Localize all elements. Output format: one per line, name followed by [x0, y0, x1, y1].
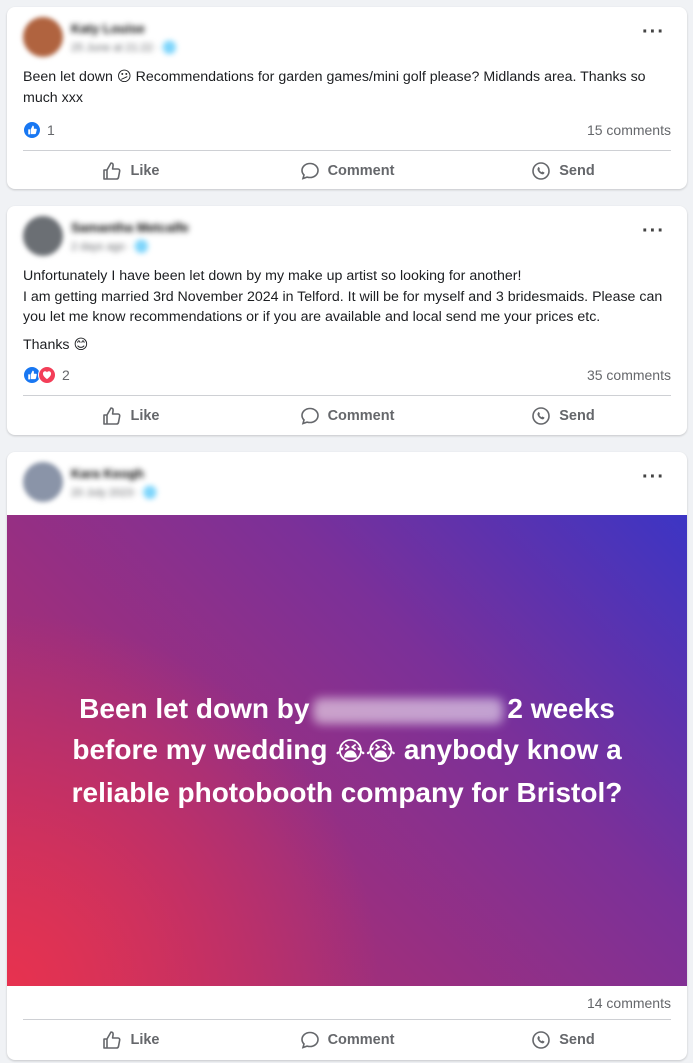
whatsapp-send-icon [532, 407, 551, 425]
more-options-icon[interactable]: ··· [642, 22, 665, 42]
whatsapp-send-icon [532, 1031, 551, 1049]
comment-label: Comment [327, 408, 395, 424]
like-label: Like [130, 1032, 160, 1048]
action-bar: Like Comment Send [7, 1020, 687, 1060]
post-text-line: Unfortunately I have been let down by my… [23, 268, 522, 284]
comments-count[interactable]: 15 comments [587, 122, 671, 138]
banner-text-part: Been let down by [79, 692, 310, 724]
reactions[interactable]: 1 [23, 121, 55, 139]
reaction-count: 1 [47, 122, 55, 138]
like-icon [103, 162, 122, 180]
comment-label: Comment [327, 163, 395, 179]
post-header: Samantha Metcalfe 2 days ago · 🌐 ··· [7, 206, 687, 266]
author-name[interactable]: Kara Keogh [71, 466, 144, 481]
reaction-count: 2 [62, 367, 70, 383]
post-header: Kara Keogh 20 July 2023 · 🌐 ··· [7, 452, 687, 515]
post-meta[interactable]: 20 July 2023 · 🌐 [71, 486, 157, 499]
author-name[interactable]: Katy Louise [71, 21, 145, 36]
avatar[interactable] [23, 17, 63, 57]
action-bar: Like Comment Send [7, 396, 687, 435]
post-meta[interactable]: 25 June at 21:22 · 🌐 [71, 41, 176, 54]
comment-icon [300, 162, 319, 180]
comment-button[interactable]: Comment [239, 1020, 455, 1060]
like-reaction-icon [23, 121, 41, 139]
comment-icon [300, 1031, 319, 1049]
post-card: Kara Keogh 20 July 2023 · 🌐 ··· Been let… [7, 452, 687, 1060]
send-button[interactable]: Send [455, 1020, 671, 1060]
send-button[interactable]: Send [455, 151, 671, 189]
crying-emoji: 😭😭 [335, 736, 397, 767]
like-label: Like [130, 163, 160, 179]
like-button[interactable]: Like [23, 151, 239, 189]
banner-text: Been let down by 2 weeks before my weddin… [47, 688, 647, 813]
post-header: Katy Louise 25 June at 21:22 · 🌐 ··· [7, 7, 687, 67]
comments-count[interactable]: 14 comments [587, 995, 671, 1011]
post-meta[interactable]: 2 days ago · 🌐 [71, 240, 148, 253]
comment-label: Comment [327, 1032, 395, 1048]
post-stats: 1 15 comments [7, 114, 687, 144]
author-name[interactable]: Samantha Metcalfe [71, 220, 189, 235]
text-background-post[interactable]: Been let down by 2 weeks before my weddin… [7, 515, 687, 986]
action-bar: Like Comment Send [7, 151, 687, 189]
like-icon [103, 407, 122, 425]
reactions[interactable]: 2 [23, 366, 70, 384]
avatar[interactable] [23, 462, 63, 502]
comments-count[interactable]: 35 comments [587, 367, 671, 383]
like-button[interactable]: Like [23, 1020, 239, 1060]
like-icon [103, 1031, 122, 1049]
post-text-line: I am getting married 3rd November 2024 i… [23, 288, 663, 326]
redacted-name [313, 697, 504, 724]
post-card: Samantha Metcalfe 2 days ago · 🌐 ··· Unf… [7, 206, 687, 435]
post-text: Unfortunately I have been let down by my… [7, 266, 687, 355]
send-label: Send [559, 408, 595, 424]
post-text-body: Been let down 😕 Recommendations for gard… [23, 69, 646, 106]
send-label: Send [559, 163, 595, 179]
comment-button[interactable]: Comment [239, 151, 455, 189]
more-options-icon[interactable]: ··· [642, 467, 665, 487]
more-options-icon[interactable]: ··· [642, 221, 665, 241]
post-stats: 14 comments [7, 987, 687, 1017]
love-reaction-icon [38, 366, 56, 384]
post-text: Been let down 😕 Recommendations for gard… [7, 67, 687, 108]
comment-icon [300, 407, 319, 425]
comment-button[interactable]: Comment [239, 396, 455, 435]
like-label: Like [130, 408, 160, 424]
post-text-thanks: Thanks 😊 [23, 336, 89, 353]
post-stats: 2 35 comments [7, 359, 687, 389]
send-button[interactable]: Send [455, 396, 671, 435]
like-button[interactable]: Like [23, 396, 239, 435]
post-card: Katy Louise 25 June at 21:22 · 🌐 ··· Bee… [7, 7, 687, 189]
whatsapp-send-icon [532, 162, 551, 180]
avatar[interactable] [23, 216, 63, 256]
send-label: Send [559, 1032, 595, 1048]
